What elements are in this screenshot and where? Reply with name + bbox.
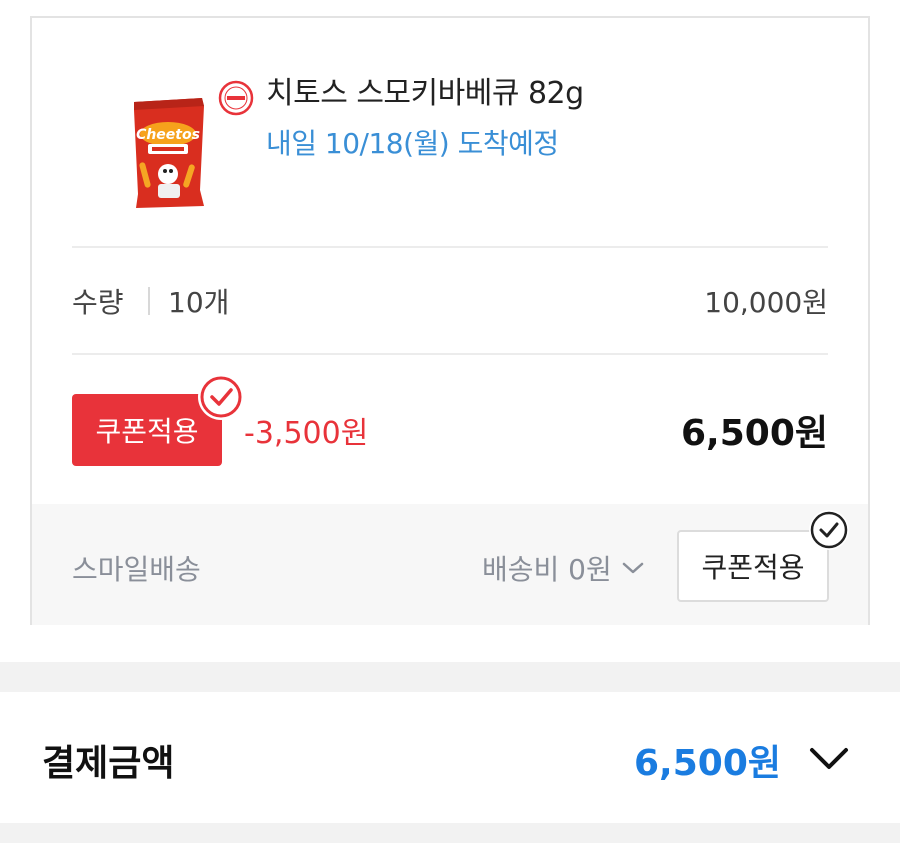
discount-amount: -3,500원: [244, 416, 369, 451]
divider: [72, 353, 828, 355]
payment-total-label: 결제금액: [42, 743, 175, 784]
quantity-label: 수량: [72, 286, 124, 319]
product-thumbnail[interactable]: Cheetos: [116, 70, 256, 220]
cheetos-bag-image: Cheetos: [134, 80, 254, 208]
chevron-down-icon: [622, 562, 644, 574]
quantity-value: 10개: [168, 286, 230, 319]
svg-text:Cheetos: Cheetos: [136, 127, 200, 143]
chevron-down-icon[interactable]: [806, 740, 852, 776]
check-circle-icon: [198, 374, 244, 420]
shipping-coupon-button[interactable]: 쿠폰적용: [677, 530, 829, 602]
delivery-eta: 내일 10/18(월) 도착예정: [266, 127, 559, 160]
product-title[interactable]: 치토스 스모키바베큐 82g: [266, 68, 584, 112]
coupon-row: 쿠폰적용 -3,500원 6,500원: [72, 374, 828, 470]
shipping-type-label: 스마일배송: [72, 553, 201, 586]
shipping-fee-text: 배송비 0원: [482, 553, 612, 586]
quantity-row: 수량 10개 10,000원: [72, 281, 828, 321]
divider: [72, 246, 828, 248]
payment-total-amount: 6,500원: [634, 743, 781, 784]
separator: [148, 287, 150, 315]
section-gap: [0, 823, 900, 843]
subtotal-price: 10,000원: [704, 286, 828, 319]
section-gap: [0, 662, 900, 692]
final-price: 6,500원: [681, 413, 828, 454]
check-circle-icon: [809, 510, 849, 550]
shipping-fee-dropdown[interactable]: 배송비 0원: [482, 548, 644, 588]
order-item-card: Cheetos 치토스 스모키바베큐 82g 내일 10/18(월) 도착예정 …: [30, 16, 870, 625]
shipping-bar: 스마일배송 배송비 0원 쿠폰적용: [32, 504, 868, 625]
